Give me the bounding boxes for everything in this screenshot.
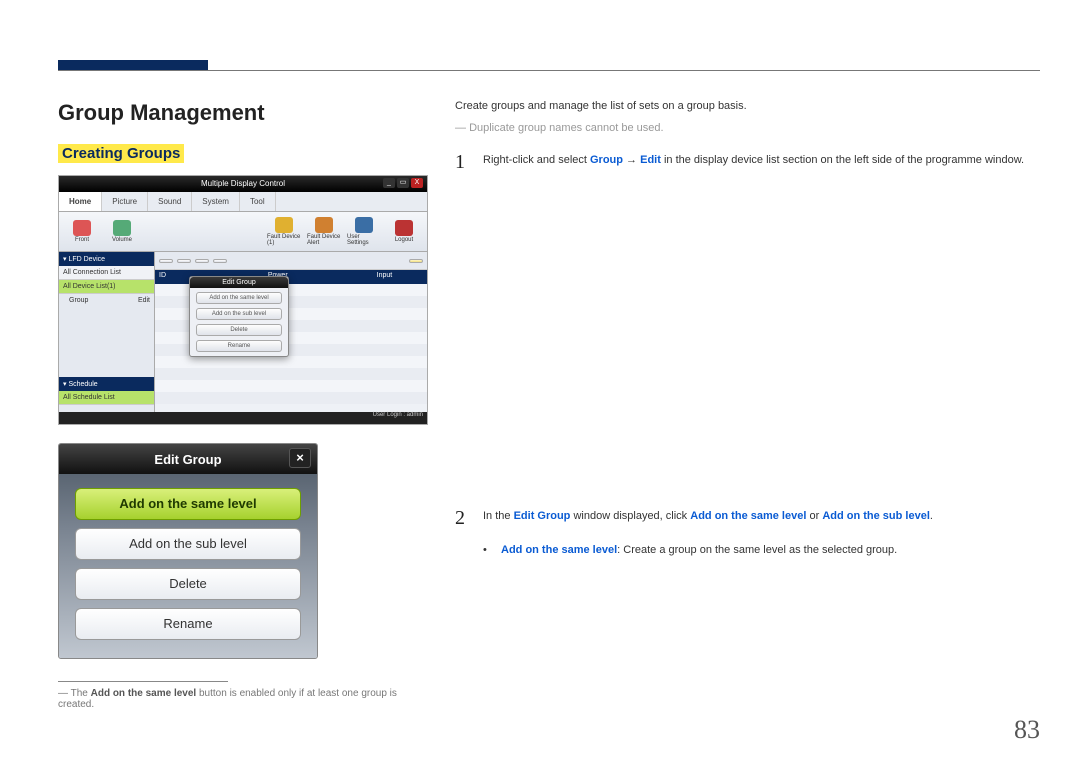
step-2-number: 2 [455, 508, 469, 528]
option-add-same-level[interactable]: Add on the same level [75, 488, 301, 520]
page-accent-bar [58, 60, 208, 70]
dialog-titlebar: Edit Group × [59, 444, 317, 474]
toolbar-fault-device[interactable]: Fault Device (1) [267, 217, 301, 246]
step2-edit-group: Edit Group [514, 510, 571, 522]
right-column: Create groups and manage the list of set… [455, 100, 1040, 556]
sidebar-all-connection[interactable]: All Connection List [59, 266, 154, 280]
tab-picture[interactable]: Picture [102, 192, 148, 211]
page-number: 83 [1014, 715, 1040, 745]
content-btn-3[interactable] [195, 259, 209, 263]
page-top-rule [58, 70, 1040, 71]
content-btn-4[interactable] [213, 259, 227, 263]
toolbar: Front Volume Fault Device (1) Fault Devi… [59, 212, 427, 252]
left-column: Group Management Creating Groups Multipl… [58, 100, 428, 710]
content-btn-5[interactable] [409, 259, 423, 263]
sidebar-all-schedule[interactable]: All Schedule List [59, 391, 154, 405]
window-title: Multiple Display Control [201, 179, 285, 188]
sidebar-all-device-list[interactable]: All Device List(1) [59, 280, 154, 294]
option-delete[interactable]: Delete [75, 568, 301, 600]
tab-sound[interactable]: Sound [148, 192, 192, 211]
content-button-row [155, 252, 427, 270]
tab-system[interactable]: System [192, 192, 240, 211]
popup-opt-rename[interactable]: Rename [196, 340, 282, 352]
sidebar-group-edit[interactable]: Edit [138, 297, 150, 304]
note-text: Duplicate group names cannot be used. [455, 122, 1040, 134]
sidebar: ▾ LFD Device All Connection List All Dev… [59, 252, 155, 412]
window-footer: User Login : admin [59, 412, 427, 424]
bullet-dot-icon: • [483, 544, 487, 556]
screenshot-mdc-window: Multiple Display Control _ ▭ X Home Pict… [58, 175, 428, 425]
tab-home[interactable]: Home [59, 192, 102, 211]
toolbar-logout[interactable]: Logout [387, 220, 421, 243]
bullet-text: Add on the same level: Create a group on… [501, 544, 897, 556]
footnote-rule [58, 681, 228, 682]
menu-bar: Home Picture Sound System Tool [59, 192, 427, 212]
tab-tool[interactable]: Tool [240, 192, 276, 211]
popup-title: Edit Group [190, 277, 288, 288]
step2-same-level: Add on the same level [690, 510, 806, 522]
footnote: ― The Add on the same level button is en… [58, 688, 428, 710]
footnote-bold: Add on the same level [91, 688, 197, 699]
step-2: 2 In the Edit Group window displayed, cl… [455, 508, 1040, 528]
main-heading: Group Management [58, 100, 428, 126]
edit-group-popup-small: Edit Group Add on the same level Add on … [189, 276, 289, 357]
step-1: 1 Right-click and select Group → Edit in… [455, 152, 1040, 172]
popup-opt-same-level[interactable]: Add on the same level [196, 292, 282, 304]
toolbar-front[interactable]: Front [65, 220, 99, 243]
sidebar-group-row[interactable]: Group Edit [59, 294, 154, 307]
dialog-title: Edit Group [154, 452, 221, 467]
maximize-icon[interactable]: ▭ [397, 178, 409, 188]
sub-heading: Creating Groups [58, 144, 184, 163]
step-1-text: Right-click and select Group → Edit in t… [483, 152, 1040, 169]
popup-opt-delete[interactable]: Delete [196, 324, 282, 336]
footnote-prefix: ― The [58, 688, 91, 699]
col-input: Input [373, 270, 427, 284]
content-btn-2[interactable] [177, 259, 191, 263]
dialog-body: Add on the same level Add on the sub lev… [59, 474, 317, 658]
content-btn-1[interactable] [159, 259, 173, 263]
option-rename[interactable]: Rename [75, 608, 301, 640]
minimize-icon[interactable]: _ [383, 178, 395, 188]
sidebar-header-lfd[interactable]: ▾ LFD Device [59, 252, 154, 266]
step1-group: Group [590, 154, 623, 166]
window-titlebar: Multiple Display Control _ ▭ X [59, 176, 427, 192]
sidebar-group-label: Group [69, 297, 88, 304]
bullet-same-level: • Add on the same level: Create a group … [455, 544, 1040, 556]
popup-opt-sub-level[interactable]: Add on the sub level [196, 308, 282, 320]
toolbar-user-settings[interactable]: User Settings [347, 217, 381, 246]
option-add-sub-level[interactable]: Add on the sub level [75, 528, 301, 560]
screenshot-edit-group-dialog: Edit Group × Add on the same level Add o… [58, 443, 318, 659]
step-1-number: 1 [455, 152, 469, 172]
intro-text: Create groups and manage the list of set… [455, 100, 1040, 112]
step-2-text: In the Edit Group window displayed, clic… [483, 508, 1040, 525]
toolbar-fault-alert[interactable]: Fault Device Alert [307, 217, 341, 246]
step1-edit: Edit [640, 154, 661, 166]
col-4 [318, 270, 372, 284]
bullet-label: Add on the same level [501, 544, 617, 556]
close-icon[interactable]: X [411, 178, 423, 188]
toolbar-volume[interactable]: Volume [105, 220, 139, 243]
dialog-close-icon[interactable]: × [289, 448, 311, 468]
sidebar-header-schedule[interactable]: ▾ Schedule [59, 377, 154, 391]
step2-sub-level: Add on the sub level [822, 510, 930, 522]
